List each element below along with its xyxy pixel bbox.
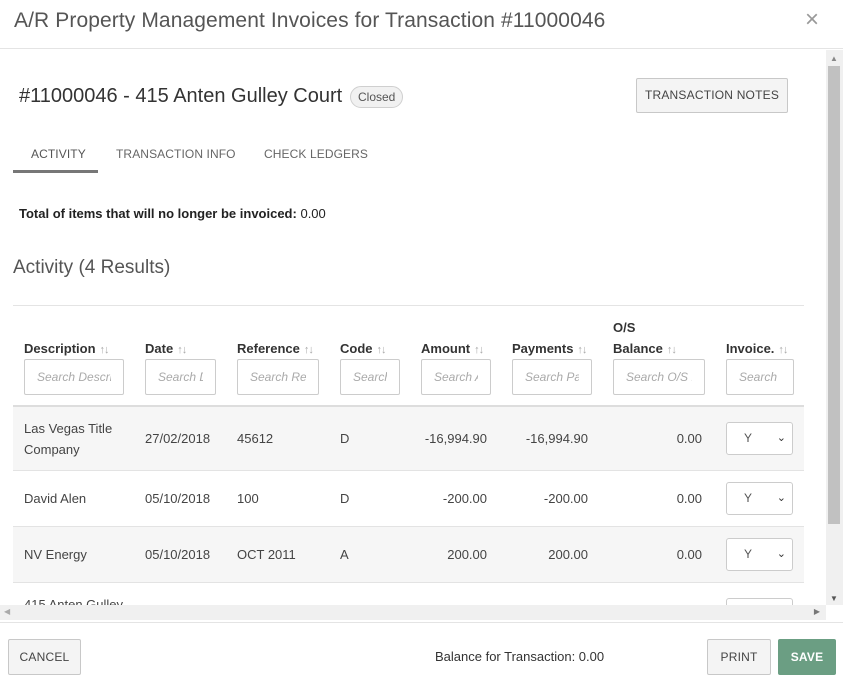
cell-reference: 45612	[237, 431, 274, 446]
sort-icon[interactable]: ↑↓	[304, 344, 314, 356]
sort-icon[interactable]: ↑↓	[377, 344, 387, 356]
chevron-down-icon: ⌄	[776, 548, 786, 560]
col-label: Description	[24, 341, 96, 356]
col-label: Balance	[613, 341, 663, 356]
sort-icon[interactable]: ↑↓	[177, 344, 187, 356]
cancel-button[interactable]: CANCEL	[8, 639, 81, 675]
modal-title: A/R Property Management Invoices for Tra…	[14, 9, 606, 32]
modal-header: A/R Property Management Invoices for Tra…	[0, 0, 843, 49]
col-header-code[interactable]: Code ↑↓	[340, 341, 387, 356]
tab-activity[interactable]: ACTIVITY	[31, 147, 86, 161]
save-button[interactable]: SAVE	[778, 639, 836, 675]
scroll-up-icon[interactable]: ▲	[830, 54, 838, 63]
chevron-down-icon: ⌄	[776, 432, 786, 444]
col-label: Date	[145, 341, 174, 356]
close-icon[interactable]: ×	[805, 8, 819, 32]
invoice-select[interactable]	[726, 598, 793, 605]
col-header-date[interactable]: Date ↑↓	[145, 341, 187, 356]
search-code-input[interactable]	[340, 359, 400, 395]
total-not-invoiced-label: Total of items that will no longer be in…	[19, 206, 297, 221]
search-amount-input[interactable]	[421, 359, 491, 395]
col-header-invoice[interactable]: Invoice. ↑↓	[726, 341, 788, 356]
transaction-notes-button[interactable]: TRANSACTION NOTES	[636, 78, 788, 113]
search-payments-input[interactable]	[512, 359, 592, 395]
search-invoice-input[interactable]	[726, 359, 794, 395]
table-row: NV Energy 05/10/2018 OCT 2011 A 200.00 2…	[13, 527, 804, 583]
scrollbar-thumb[interactable]	[828, 66, 840, 524]
horizontal-scrollbar[interactable]: ◀ ▶	[0, 605, 826, 620]
scroll-down-icon[interactable]: ▼	[830, 594, 838, 603]
search-description-input[interactable]	[24, 359, 124, 395]
col-header-reference[interactable]: Reference ↑↓	[237, 341, 314, 356]
invoice-select-value: Y	[744, 547, 753, 561]
modal-body: #11000046 - 415 Anten Gulley Court Close…	[0, 50, 826, 605]
search-reference-input[interactable]	[237, 359, 319, 395]
cell-date: 27/02/2018	[145, 431, 211, 446]
cell-date: 05/10/2018	[145, 491, 211, 506]
tab-transaction-info[interactable]: TRANSACTION INFO	[116, 147, 236, 161]
col-label: Code	[340, 341, 373, 356]
search-os-balance-input[interactable]	[613, 359, 705, 395]
invoice-select[interactable]: Y ⌄	[726, 422, 793, 455]
cell-payments: 200.00	[548, 547, 588, 562]
sort-icon[interactable]: ↑↓	[100, 344, 110, 356]
cell-description: David Alen	[24, 491, 87, 506]
col-label: Amount	[421, 341, 471, 356]
col-header-amount[interactable]: Amount ↑↓	[421, 341, 484, 356]
invoice-select-value: Y	[744, 491, 753, 505]
col-label: Payments	[512, 341, 574, 356]
status-badge: Closed	[350, 86, 404, 108]
table-row: 415 Anten Gulley	[13, 583, 804, 605]
col-header-payments[interactable]: Payments ↑↓	[512, 341, 587, 356]
total-not-invoiced-value: 0.00	[300, 206, 326, 221]
cell-payments: -16,994.90	[525, 431, 588, 446]
search-date-input[interactable]	[145, 359, 216, 395]
table-row: David Alen 05/10/2018 100 D -200.00 -200…	[13, 471, 804, 527]
sort-icon[interactable]: ↑↓	[474, 344, 484, 356]
col-label: Invoice.	[726, 341, 775, 356]
table-row: Las Vegas Title Company 27/02/2018 45612…	[13, 407, 804, 471]
sort-icon[interactable]: ↑↓	[667, 344, 677, 356]
active-tab-indicator	[13, 170, 98, 173]
total-not-invoiced: Total of items that will no longer be in…	[19, 206, 326, 221]
col-header-description[interactable]: Description ↑↓	[24, 341, 110, 356]
activity-title: Activity (4 Results)	[13, 257, 171, 278]
cell-amount: -200.00	[442, 491, 487, 506]
sort-icon[interactable]: ↑↓	[778, 344, 788, 356]
vertical-scrollbar[interactable]: ▲ ▼	[826, 50, 843, 605]
cell-code: D	[340, 431, 350, 446]
scroll-left-icon[interactable]: ◀	[4, 607, 10, 616]
cell-code: D	[340, 491, 350, 506]
invoice-select[interactable]: Y ⌄	[726, 538, 793, 571]
col-header-os-line1: O/S	[613, 320, 636, 335]
cell-os-balance: 0.00	[676, 547, 702, 562]
invoice-select-value: Y	[744, 431, 753, 445]
cell-code: A	[340, 547, 349, 562]
cell-amount: -16,994.90	[424, 431, 487, 446]
print-button[interactable]: PRINT	[707, 639, 771, 675]
col-label: Reference	[237, 341, 300, 356]
cell-description: Las Vegas Title Company	[24, 421, 113, 457]
cell-os-balance: 0.00	[676, 491, 702, 506]
modal-footer: CANCEL Balance for Transaction: 0.00 PRI…	[0, 622, 843, 680]
transaction-heading: #11000046 - 415 Anten Gulley Court	[19, 85, 343, 107]
cell-reference: OCT 2011	[237, 547, 296, 562]
divider	[13, 305, 804, 306]
balance-for-transaction: Balance for Transaction: 0.00	[435, 649, 605, 664]
chevron-down-icon: ⌄	[776, 492, 786, 504]
cell-date: 05/10/2018	[145, 547, 211, 562]
cell-payments: -200.00	[543, 491, 588, 506]
scroll-right-icon[interactable]: ▶	[814, 607, 820, 616]
sort-icon[interactable]: ↑↓	[577, 344, 587, 356]
invoice-select[interactable]: Y ⌄	[726, 482, 793, 515]
cell-reference: 100	[237, 491, 259, 506]
tab-check-ledgers[interactable]: CHECK LEDGERS	[264, 147, 368, 161]
cell-amount: 200.00	[447, 547, 487, 562]
cell-os-balance: 0.00	[676, 431, 702, 446]
col-header-os-balance[interactable]: Balance ↑↓	[613, 341, 677, 356]
cell-description: NV Energy	[24, 547, 87, 562]
cell-description: 415 Anten Gulley	[24, 597, 124, 605]
